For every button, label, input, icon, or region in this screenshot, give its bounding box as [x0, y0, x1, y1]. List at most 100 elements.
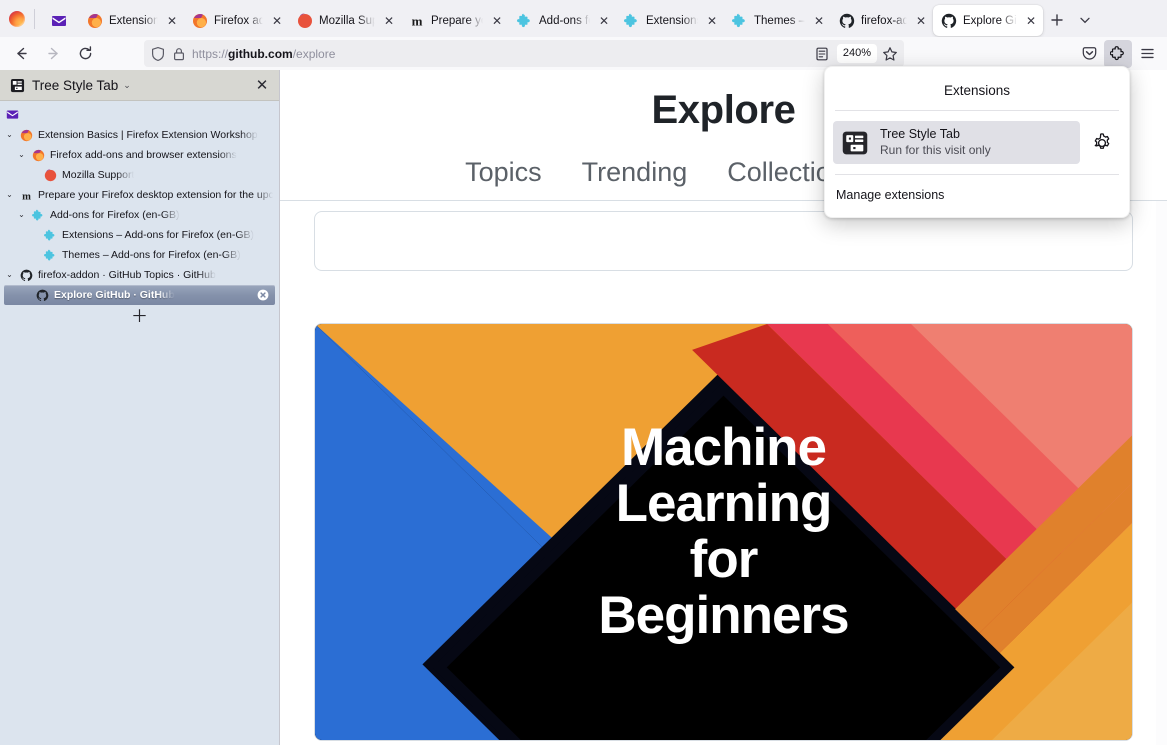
tree-item-label: Explore GitHub · GitHub — [54, 289, 175, 301]
firefox-icon — [32, 149, 45, 161]
addons-puzzle-icon — [32, 209, 43, 220]
plus-icon — [1051, 14, 1063, 26]
tab-close-icon[interactable]: ✕ — [164, 13, 180, 29]
extension-permission-status: Run for this visit only — [880, 142, 991, 157]
extensions-button[interactable] — [1104, 39, 1132, 68]
firefox-app-icon[interactable] — [2, 1, 32, 37]
tab-title: Explore GitHub — [963, 14, 1017, 27]
extension-button-tree-style-tab[interactable]: Tree Style Tab Run for this visit only — [833, 121, 1080, 165]
extension-text-block: Tree Style Tab Run for this visit only — [880, 127, 991, 158]
tab-close-icon[interactable]: ✕ — [811, 13, 827, 29]
app-menu-button[interactable] — [1133, 40, 1161, 68]
mozilla-m-icon: m — [22, 191, 31, 202]
mozilla-m-icon: m — [412, 13, 423, 28]
star-icon[interactable] — [882, 46, 898, 62]
nav-link-topics[interactable]: Topics — [465, 157, 542, 188]
tree-item-label: Prepare your Firefox desktop extension f… — [38, 189, 273, 201]
tab-pinned-mail[interactable] — [39, 5, 79, 36]
chevron-down-icon[interactable]: ⌄ — [123, 80, 131, 91]
tree-item-extensions-addons[interactable]: Extensions – Add-ons for Firefox (en-GB) — [0, 225, 279, 245]
tab-extension-basics[interactable]: Extension Basics | Firefox Extension Wor… — [79, 5, 184, 36]
explore-body: Machine Learning for Beginners — [280, 211, 1167, 745]
tab-extensions-addons[interactable]: Extensions – Add-ons for Firefox (en-GB)… — [616, 5, 724, 36]
new-tab-button[interactable] — [1043, 6, 1071, 34]
tab-explore-github-active[interactable]: Explore GitHub ✕ — [933, 5, 1043, 36]
tab-close-icon[interactable]: ✕ — [269, 13, 285, 29]
tab-close-icon[interactable]: ✕ — [913, 13, 929, 29]
twisty-icon[interactable]: ⌄ — [16, 211, 27, 219]
github-icon — [941, 13, 957, 28]
tree-item-extension-basics[interactable]: ⌄ Extension Basics | Firefox Extension W… — [0, 125, 279, 145]
banner-artwork — [315, 324, 1132, 740]
back-button[interactable] — [6, 40, 36, 68]
tree-item-firefox-addons[interactable]: ⌄ Firefox add-ons and browser extensions — [0, 145, 279, 165]
tab-title: Mozilla Support — [319, 14, 375, 27]
tab-close-icon[interactable]: ✕ — [489, 13, 505, 29]
tree-item-label: Extension Basics | Firefox Extension Wor… — [38, 129, 258, 141]
tree-item-explore-github-selected[interactable]: Explore GitHub · GitHub — [4, 285, 275, 305]
addons-puzzle-icon — [44, 229, 55, 240]
url-host: github.com — [228, 46, 293, 61]
github-icon — [839, 13, 855, 28]
manage-extensions-menu-item[interactable]: Manage extensions — [825, 175, 1129, 217]
tree-item-label: Themes – Add-ons for Firefox (en-GB) — [62, 249, 241, 261]
arrow-right-icon — [47, 47, 58, 60]
close-icon[interactable] — [257, 289, 269, 301]
repository-banner-image[interactable]: Machine Learning for Beginners — [314, 323, 1133, 741]
url-prefix: https:// — [192, 46, 229, 61]
tab-tree-list[interactable]: ⌄ Extension Basics | Firefox Extension W… — [0, 101, 279, 745]
tab-title: Firefox add-ons and browser extensions — [214, 14, 263, 27]
reload-icon — [79, 46, 91, 60]
github-icon — [36, 289, 49, 301]
url-path: /explore — [292, 46, 336, 61]
tab-addons-for-firefox[interactable]: Add-ons for Firefox (en-GB) ✕ — [509, 5, 616, 36]
tab-close-icon[interactable]: ✕ — [1023, 13, 1039, 29]
mozilla-support-icon — [44, 169, 57, 181]
tab-prepare-extension[interactable]: m Prepare your Firefox desktop extension… — [401, 5, 509, 36]
tree-item-firefox-addon-topic[interactable]: ⌄ firefox-addon · GitHub Topics · GitHub — [0, 265, 279, 285]
content-card-partial[interactable] — [314, 211, 1133, 271]
tree-item-label: Add-ons for Firefox (en-GB) — [50, 209, 180, 221]
gear-icon[interactable] — [1091, 132, 1113, 154]
twisty-icon[interactable]: ⌄ — [4, 271, 15, 279]
tab-close-icon[interactable]: ✕ — [704, 13, 720, 29]
tab-firefox-addon-topic[interactable]: firefox-addon · GitHub Topics · GitHub ✕ — [831, 5, 933, 36]
tracking-protection-shield-icon[interactable] — [150, 46, 166, 62]
reader-view-icon[interactable] — [814, 46, 830, 62]
mozilla-support-icon — [298, 13, 312, 28]
tab-title: firefox-addon · GitHub Topics · GitHub — [861, 14, 907, 27]
tree-item-addons-for-firefox[interactable]: ⌄ Add-ons for Firefox (en-GB) — [0, 205, 279, 225]
twisty-icon[interactable]: ⌄ — [16, 151, 27, 159]
zoom-level-badge[interactable]: 240% — [836, 44, 877, 63]
tab-title: Themes – Add-ons for Firefox (en-GB) — [754, 14, 805, 27]
tree-item-themes-addons[interactable]: Themes – Add-ons for Firefox (en-GB) — [0, 245, 279, 265]
reload-button[interactable] — [70, 40, 100, 68]
hamburger-menu-icon — [1140, 48, 1154, 59]
tab-firefox-addons[interactable]: Firefox add-ons and browser extensions ✕ — [184, 5, 289, 36]
sidebar-close-button[interactable]: ✕ — [253, 76, 271, 94]
tree-item-pinned-mail[interactable] — [0, 103, 279, 125]
forward-button[interactable] — [38, 40, 68, 68]
tab-themes-addons[interactable]: Themes – Add-ons for Firefox (en-GB) ✕ — [724, 5, 831, 36]
sidebar-header: Tree Style Tab ⌄ ✕ — [0, 70, 279, 101]
save-to-pocket-button[interactable] — [1075, 40, 1103, 68]
twisty-icon[interactable]: ⌄ — [4, 131, 15, 139]
padlock-icon[interactable] — [171, 46, 187, 62]
addons-puzzle-icon — [44, 249, 55, 260]
tab-strip: Extension Basics | Firefox Extension Wor… — [0, 0, 1167, 37]
github-icon — [20, 269, 33, 281]
svg-text:m: m — [22, 191, 31, 202]
twisty-icon[interactable]: ⌄ — [4, 191, 15, 199]
sidebar-new-tab-button[interactable]: ＋ — [0, 305, 279, 327]
firefox-icon — [88, 13, 102, 28]
tree-item-label: Extensions – Add-ons for Firefox (en-GB) — [62, 229, 254, 241]
tab-close-icon[interactable]: ✕ — [381, 13, 397, 29]
tree-item-prepare-extension[interactable]: ⌄ m Prepare your Firefox desktop extensi… — [0, 185, 279, 205]
tab-title: Add-ons for Firefox (en-GB) — [539, 14, 590, 27]
list-all-tabs-button[interactable] — [1071, 6, 1099, 34]
nav-link-trending[interactable]: Trending — [582, 157, 688, 188]
tab-close-icon[interactable]: ✕ — [596, 13, 612, 29]
tree-item-mozilla-support[interactable]: Mozilla Support — [0, 165, 279, 185]
tab-mozilla-support[interactable]: Mozilla Support ✕ — [289, 5, 401, 36]
address-bar[interactable]: https://github.com/explore 240% — [144, 40, 904, 67]
